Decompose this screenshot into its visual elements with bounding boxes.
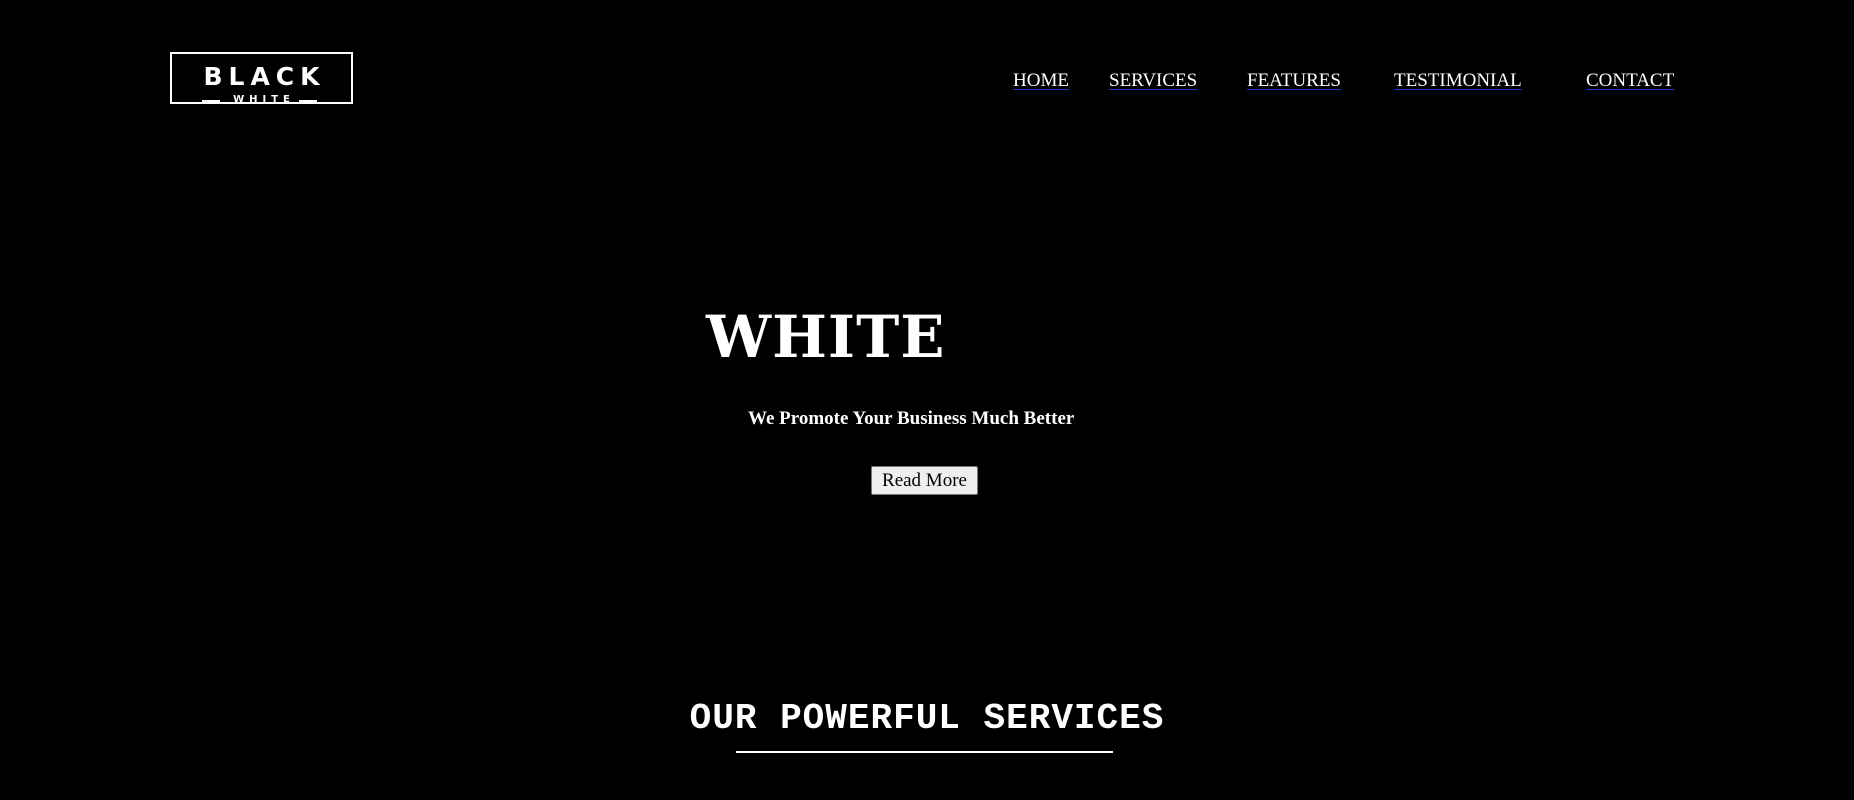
nav-link-features[interactable]: FEATURES [1247, 70, 1341, 92]
nav-link-services[interactable]: SERVICES [1109, 70, 1197, 92]
read-more-button[interactable]: Read More [871, 466, 978, 495]
nav-link-home[interactable]: HOME [1013, 70, 1069, 92]
nav-link-testimonial[interactable]: TESTIMONIAL [1394, 70, 1522, 92]
hero-title: WHITE [706, 303, 946, 371]
heading-underline [736, 751, 1113, 753]
hero-subtitle: We Promote Your Business Much Better [748, 408, 1075, 429]
logo-sub-text: WHITE [202, 94, 317, 106]
services-heading: OUR POWERFUL SERVICES [689, 698, 1165, 739]
logo-main-text: BLACK [203, 62, 326, 91]
nav-link-contact[interactable]: CONTACT [1586, 70, 1674, 92]
brand-logo[interactable]: BLACK WHITE [170, 52, 353, 106]
